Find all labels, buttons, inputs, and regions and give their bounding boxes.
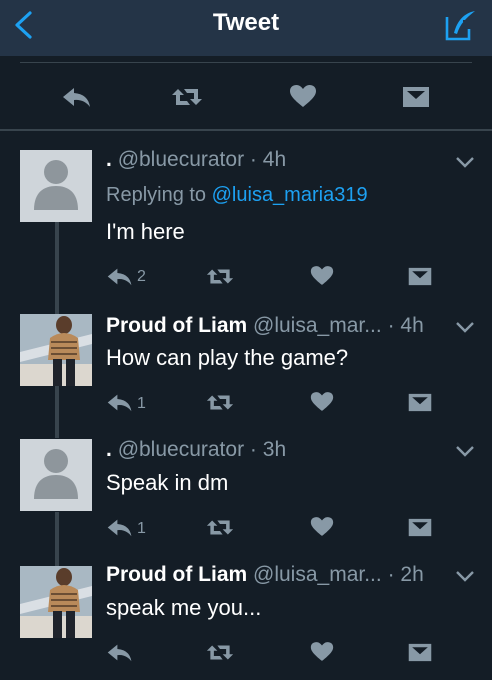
- timestamp: 4h: [262, 148, 287, 171]
- tweet-header: Proud of Liam @luisa_mar... · 4h: [106, 313, 450, 339]
- message-icon[interactable]: [407, 642, 433, 663]
- username[interactable]: @luisa_mar...: [253, 563, 382, 586]
- tweet-header: . @bluecurator · 3h: [106, 437, 450, 463]
- message-icon[interactable]: [407, 392, 433, 413]
- reply-icon[interactable]: [106, 642, 134, 663]
- username[interactable]: @bluecurator: [118, 438, 244, 461]
- thread-connector: [55, 386, 59, 438]
- message-icon[interactable]: [407, 266, 433, 287]
- chevron-down-icon[interactable]: [455, 444, 475, 458]
- chevron-down-icon[interactable]: [455, 569, 475, 583]
- page-title: Tweet: [212, 9, 280, 36]
- thread-connector: [55, 222, 59, 314]
- like-icon[interactable]: [310, 641, 334, 662]
- replying-prefix: Replying to: [106, 184, 207, 206]
- avatar[interactable]: [20, 314, 92, 386]
- separator: ·: [249, 148, 257, 171]
- retweet-icon[interactable]: [205, 517, 235, 538]
- username[interactable]: @luisa_mar...: [253, 314, 382, 337]
- username[interactable]: @bluecurator: [118, 148, 244, 171]
- timestamp: 4h: [400, 314, 424, 337]
- replying-to: Replying to @luisa_maria319: [106, 182, 368, 208]
- reply-count: 2: [137, 268, 146, 285]
- reply-icon[interactable]: [61, 85, 93, 109]
- message-icon[interactable]: [401, 85, 431, 109]
- retweet-icon[interactable]: [205, 392, 235, 413]
- reply-icon[interactable]: [106, 266, 134, 287]
- like-icon[interactable]: [289, 84, 317, 108]
- display-name[interactable]: .: [106, 148, 112, 171]
- avatar[interactable]: [20, 150, 92, 222]
- reply-count: 1: [137, 395, 146, 412]
- reply-icon[interactable]: [106, 517, 134, 538]
- navigation-bar: Tweet: [0, 0, 492, 56]
- divider: [0, 129, 492, 131]
- main-tweet-actions: [0, 65, 492, 127]
- tweet-text: How can play the game?: [106, 345, 349, 370]
- separator: ·: [387, 563, 395, 586]
- tweet-text: Speak in dm: [106, 470, 229, 495]
- compose-icon[interactable]: [444, 8, 478, 42]
- mention-link[interactable]: @luisa_maria319: [212, 184, 368, 206]
- display-name[interactable]: .: [106, 438, 112, 461]
- profile-photo: [20, 566, 92, 638]
- like-icon[interactable]: [310, 516, 334, 537]
- retweet-icon[interactable]: [170, 85, 204, 109]
- timestamp: 2h: [400, 563, 424, 586]
- tweet-text: speak me you...: [106, 595, 262, 620]
- timestamp: 3h: [262, 438, 287, 461]
- profile-photo: [20, 314, 92, 386]
- thread-connector: [55, 512, 59, 566]
- tweet-header: Proud of Liam @luisa_mar... · 2h: [106, 562, 450, 588]
- retweet-icon[interactable]: [205, 266, 235, 287]
- separator: ·: [387, 314, 395, 337]
- reply-icon[interactable]: [106, 392, 134, 413]
- retweet-icon[interactable]: [205, 642, 235, 663]
- message-icon[interactable]: [407, 517, 433, 538]
- reply-count: 1: [137, 520, 146, 537]
- separator: ·: [249, 438, 257, 461]
- default-avatar-icon: [20, 439, 92, 511]
- default-avatar-icon: [20, 150, 92, 222]
- display-name[interactable]: Proud of Liam: [106, 563, 247, 586]
- tweet-text: I'm here: [106, 219, 185, 244]
- chevron-down-icon[interactable]: [455, 155, 475, 169]
- avatar[interactable]: [20, 566, 92, 638]
- like-icon[interactable]: [310, 265, 334, 286]
- avatar[interactable]: [20, 439, 92, 511]
- divider: [20, 62, 472, 63]
- like-icon[interactable]: [310, 391, 334, 412]
- chevron-down-icon[interactable]: [455, 320, 475, 334]
- tweet-header: . @bluecurator · 4h: [106, 147, 450, 173]
- display-name[interactable]: Proud of Liam: [106, 314, 247, 337]
